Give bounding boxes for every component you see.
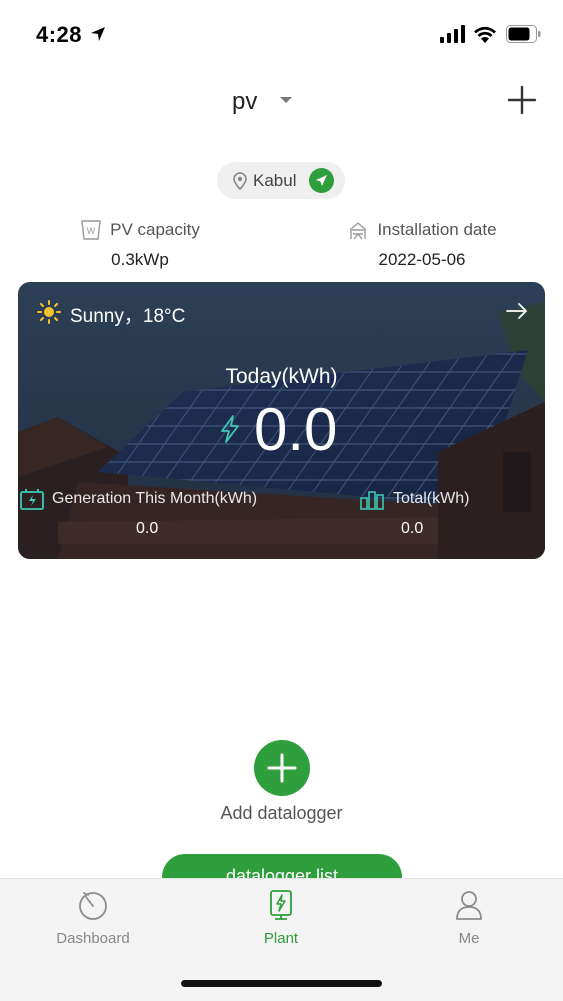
plant-name[interactable]: pv [232,88,257,116]
tab-me-label: Me [458,930,480,947]
map-pin-icon [233,172,247,190]
tab-dashboard-label: Dashboard [56,930,130,947]
tab-me[interactable]: Me [409,889,529,947]
status-time: 4:28 [36,22,83,47]
navigation-arrow-icon [316,175,327,186]
total-value: 0.0 [401,520,424,537]
location-city: Kabul [253,171,297,190]
installation-date-block: Installation date 2022-05-06 [336,218,508,270]
location-services-icon [91,27,105,41]
battery-icon [506,25,541,43]
plant-selector[interactable]: pv [0,80,563,124]
plant-icon [270,890,292,920]
locate-button[interactable] [309,168,334,193]
status-bar: 4:28 [0,0,563,70]
add-datalogger-button[interactable] [254,740,310,796]
add-plant-button[interactable] [506,84,538,116]
chevron-down-icon[interactable] [279,96,293,104]
generation-month-label: Generation This Month(kWh) [52,490,258,507]
wifi-icon [474,26,496,43]
plant-summary-card[interactable]: Sunny，18°C Today(kWh) 0.0 Generation Thi… [18,282,545,559]
add-datalogger-label: Add datalogger [220,803,343,823]
generation-month-value: 0.0 [136,520,159,537]
installation-date-label: Installation date [377,220,497,239]
total-label: Total(kWh) [393,490,470,507]
pv-capacity-block: W PV capacity 0.3kWp [70,218,210,270]
tab-dashboard[interactable]: Dashboard [33,889,153,947]
svg-text:W: W [87,226,96,236]
home-indicator [181,980,382,987]
sun-icon [37,300,61,324]
battery-charge-icon [20,489,44,510]
pv-capacity-value: 0.3kWp [111,250,169,269]
today-label: Today(kWh) [225,365,338,388]
arrow-right-icon[interactable] [506,302,528,320]
plus-icon [267,753,297,783]
user-icon [456,891,482,920]
lightning-icon [221,415,239,443]
location-chip[interactable]: Kabul [217,162,345,199]
installation-icon [349,222,367,240]
today-value: 0.0 [254,396,338,463]
pv-capacity-label: PV capacity [110,220,200,239]
installation-date-value: 2022-05-06 [378,250,466,269]
tab-plant-label: Plant [263,930,299,947]
total-bars-icon [360,491,384,510]
tab-plant[interactable]: Plant [221,889,341,947]
weather-text: Sunny，18°C [70,306,186,327]
dashboard-icon [79,892,107,920]
cellular-signal-icon [440,25,465,43]
pv-capacity-icon: W [81,220,101,240]
